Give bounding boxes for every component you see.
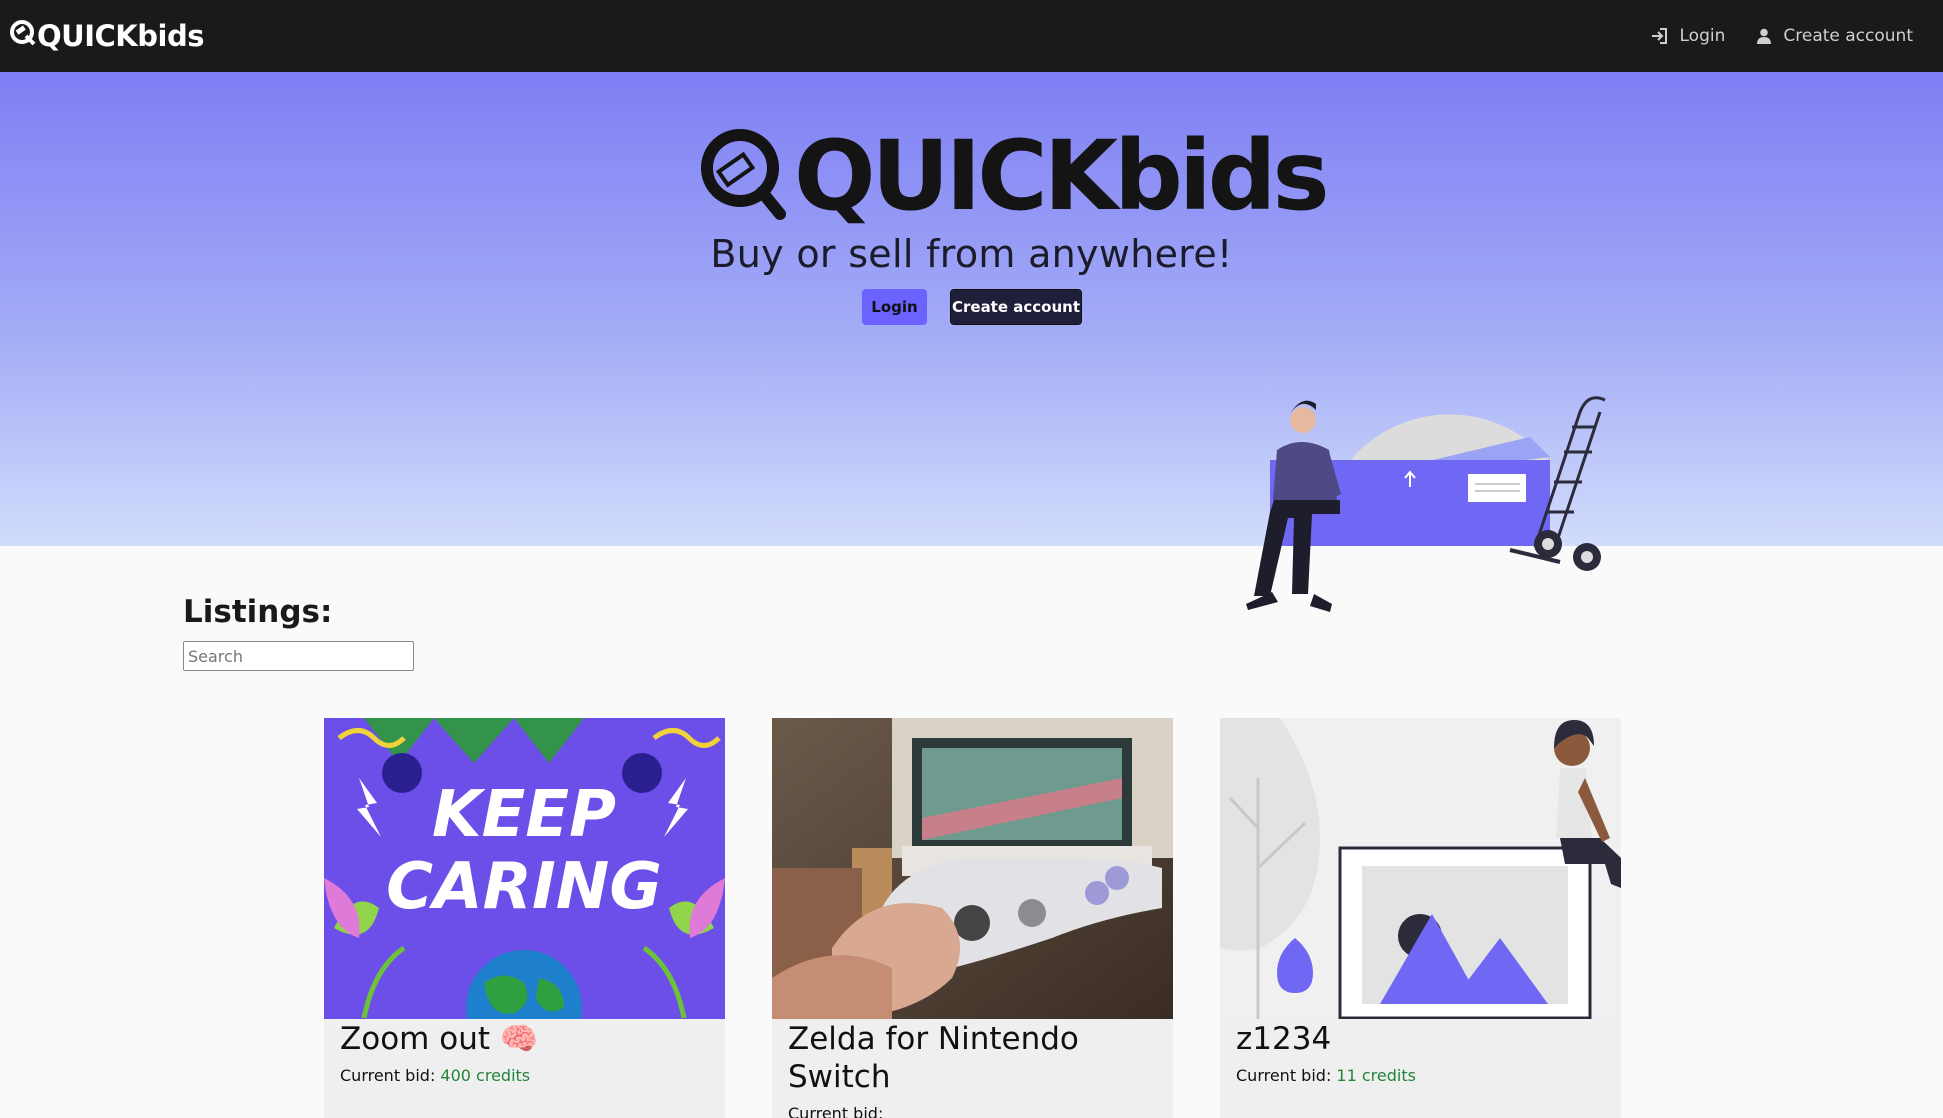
brand-text: QUICKbids — [37, 19, 204, 53]
bid-label: Current bid: — [788, 1104, 884, 1118]
svg-text:CARING: CARING — [386, 850, 662, 924]
listing-title: z1234 — [1236, 1021, 1332, 1057]
bid-label: Current bid: — [340, 1066, 441, 1085]
bid-label: Current bid: — [1236, 1066, 1337, 1085]
keep-caring-poster-image: KEEP CARING — [324, 718, 725, 1019]
nav-login-link[interactable]: Login — [1651, 26, 1726, 46]
listings-heading: Listings: — [183, 594, 333, 630]
user-icon — [1757, 28, 1772, 44]
top-navbar: QUICKbids Login Create account — [0, 0, 1943, 72]
bid-amount: 400 credits — [440, 1066, 531, 1085]
nav-create-account-label: Create account — [1783, 26, 1913, 46]
nav-links: Login Create account — [1651, 26, 1913, 46]
listing-current-bid: Current bid: 11 credits — [1236, 1066, 1416, 1085]
gavel-q-icon — [10, 19, 36, 53]
listing-card[interactable]: Zelda for Nintendo Switch Current bid: — [772, 718, 1173, 1118]
bid-amount: 11 credits — [1336, 1066, 1416, 1085]
nav-login-label: Login — [1679, 26, 1726, 46]
svg-text:KEEP: KEEP — [432, 778, 616, 852]
hero-logo-text: QUICKbids — [794, 120, 1330, 232]
delivery-illustration — [1246, 396, 1606, 612]
listing-current-bid: Current bid: 400 credits — [340, 1066, 530, 1085]
game-controller-photo-image — [772, 718, 1173, 1019]
listing-card[interactable]: KEEP CARING Zoom out 🧠 Current bid: 400 … — [324, 718, 725, 1118]
hero-section: QUICKbids Buy or sell from anywhere! Log… — [0, 72, 1943, 612]
sign-in-icon — [1651, 28, 1668, 44]
search-input[interactable] — [183, 641, 414, 671]
listing-title: Zelda for Nintendo Switch — [788, 1021, 1079, 1095]
listing-current-bid: Current bid: — [788, 1104, 883, 1118]
hero-login-button[interactable]: Login — [862, 289, 927, 325]
hero-tagline: Buy or sell from anywhere! — [710, 232, 1233, 276]
listing-title: Zoom out 🧠 — [340, 1021, 539, 1057]
brand-logo[interactable]: QUICKbids — [10, 19, 204, 53]
placeholder-illustration-image — [1220, 718, 1621, 1019]
hero-create-account-button[interactable]: Create account — [950, 289, 1082, 325]
gavel-magnifier-icon — [700, 128, 786, 224]
listing-card[interactable]: z1234 Current bid: 11 credits — [1220, 718, 1621, 1118]
nav-create-account-link[interactable]: Create account — [1757, 26, 1913, 46]
hero-logo: QUICKbids — [700, 106, 1330, 246]
